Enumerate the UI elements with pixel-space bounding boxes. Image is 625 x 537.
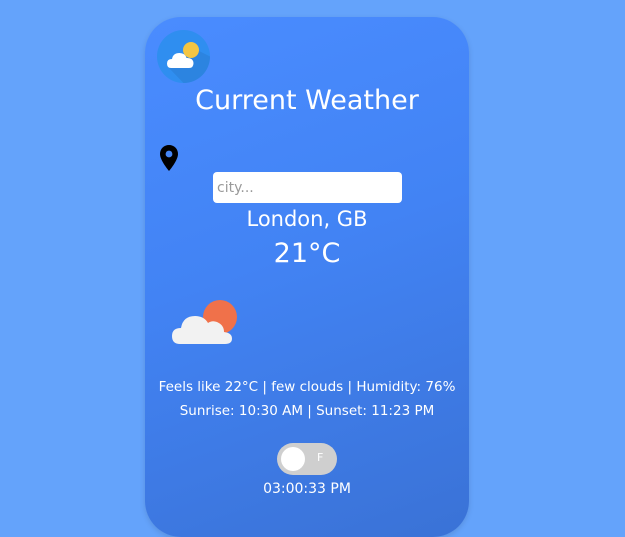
- current-time: 03:00:33 PM: [263, 481, 351, 497]
- city-search-input[interactable]: [213, 172, 402, 203]
- cloud-sun-icon: [171, 297, 241, 347]
- map-pin-icon[interactable]: [159, 144, 179, 172]
- weather-details-line-1: Feels like 22°C | few clouds | Humidity:…: [158, 379, 456, 395]
- unit-toggle[interactable]: F: [277, 443, 337, 475]
- toggle-knob: [281, 447, 305, 471]
- weather-card: Current Weather London, GB 21°C Feels li…: [145, 17, 469, 537]
- partly-cloudy-logo-icon: [157, 30, 210, 83]
- location-label: London, GB: [246, 207, 368, 231]
- toggle-unit-label: F: [317, 451, 324, 464]
- weather-details: Feels like 22°C | few clouds | Humidity:…: [145, 375, 469, 423]
- temperature-value: 21°C: [273, 238, 341, 269]
- page-title: Current Weather: [195, 85, 419, 116]
- weather-details-line-2: Sunrise: 10:30 AM | Sunset: 11:23 PM: [179, 403, 435, 419]
